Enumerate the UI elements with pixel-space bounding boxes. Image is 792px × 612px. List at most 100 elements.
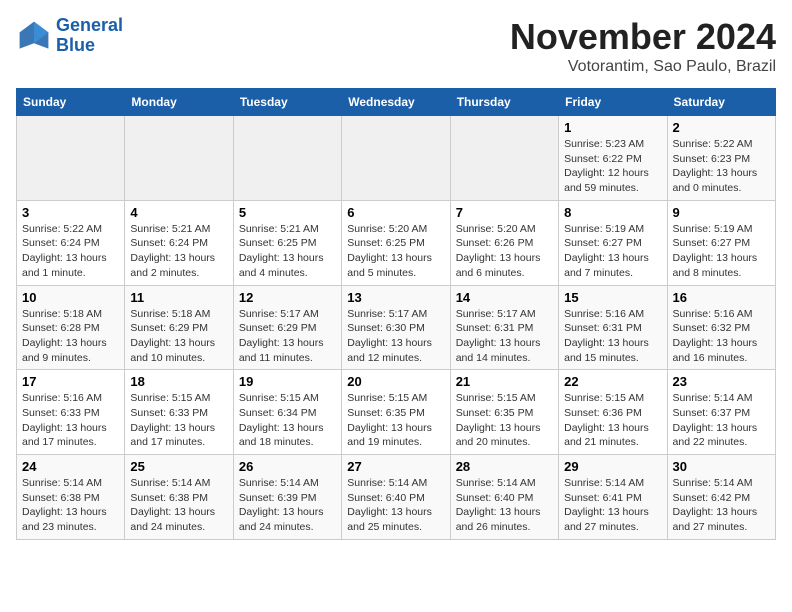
day-number: 18 bbox=[130, 374, 227, 389]
day-number: 30 bbox=[673, 459, 770, 474]
day-info: Sunrise: 5:20 AMSunset: 6:25 PMDaylight:… bbox=[347, 222, 444, 281]
calendar-cell: 18 Sunrise: 5:15 AMSunset: 6:33 PMDayligh… bbox=[125, 370, 233, 455]
day-number: 1 bbox=[564, 120, 661, 135]
day-info: Sunrise: 5:20 AMSunset: 6:26 PMDaylight:… bbox=[456, 222, 553, 281]
day-info: Sunrise: 5:14 AMSunset: 6:39 PMDaylight:… bbox=[239, 476, 336, 535]
calendar-cell: 8Sunrise: 5:19 AMSunset: 6:27 PMDaylight… bbox=[559, 200, 667, 285]
day-number: 27 bbox=[347, 459, 444, 474]
day-number: 9 bbox=[673, 205, 770, 220]
day-number: 23 bbox=[673, 374, 770, 389]
logo-icon bbox=[16, 18, 52, 54]
calendar-table: SundayMondayTuesdayWednesdayThursdayFrid… bbox=[16, 88, 776, 540]
calendar-cell: 16 Sunrise: 5:16 AMSunset: 6:32 PMDayligh… bbox=[667, 285, 775, 370]
day-info: Sunrise: 5:14 AMSunset: 6:38 PMDaylight:… bbox=[130, 476, 227, 535]
calendar-cell: 2 Sunrise: 5:22 AMSunset: 6:23 PMDaylight… bbox=[667, 116, 775, 201]
calendar-day-header: Saturday bbox=[667, 89, 775, 116]
day-number: 10 bbox=[22, 290, 119, 305]
calendar-cell bbox=[450, 116, 558, 201]
calendar-week-row: 24 Sunrise: 5:14 AMSunset: 6:38 PMDayligh… bbox=[17, 455, 776, 540]
calendar-cell: 7 Sunrise: 5:20 AMSunset: 6:26 PMDaylight… bbox=[450, 200, 558, 285]
calendar-cell: 12 Sunrise: 5:17 AMSunset: 6:29 PMDayligh… bbox=[233, 285, 341, 370]
day-number: 29 bbox=[564, 459, 661, 474]
calendar-cell: 19Sunrise: 5:15 AMSunset: 6:34 PMDayligh… bbox=[233, 370, 341, 455]
calendar-cell: 5Sunrise: 5:21 AMSunset: 6:25 PMDaylight… bbox=[233, 200, 341, 285]
day-info: Sunrise: 5:15 AMSunset: 6:34 PMDaylight:… bbox=[239, 391, 336, 450]
day-number: 7 bbox=[456, 205, 553, 220]
calendar-cell bbox=[342, 116, 450, 201]
day-info: Sunrise: 5:16 AMSunset: 6:32 PMDaylight:… bbox=[673, 307, 770, 366]
day-info: Sunrise: 5:14 AMSunset: 6:42 PMDaylight:… bbox=[673, 476, 770, 535]
calendar-cell: 4 Sunrise: 5:21 AMSunset: 6:24 PMDaylight… bbox=[125, 200, 233, 285]
calendar-cell: 22 Sunrise: 5:15 AMSunset: 6:36 PMDayligh… bbox=[559, 370, 667, 455]
calendar-cell: 14 Sunrise: 5:17 AMSunset: 6:31 PMDayligh… bbox=[450, 285, 558, 370]
calendar-cell: 10 Sunrise: 5:18 AMSunset: 6:28 PMDayligh… bbox=[17, 285, 125, 370]
day-info: Sunrise: 5:19 AMSunset: 6:27 PMDaylight:… bbox=[673, 222, 770, 281]
day-info: Sunrise: 5:15 AMSunset: 6:35 PMDaylight:… bbox=[347, 391, 444, 450]
day-number: 4 bbox=[130, 205, 227, 220]
calendar-cell: 29 Sunrise: 5:14 AMSunset: 6:41 PMDayligh… bbox=[559, 455, 667, 540]
calendar-day-header: Tuesday bbox=[233, 89, 341, 116]
calendar-cell: 11Sunrise: 5:18 AMSunset: 6:29 PMDayligh… bbox=[125, 285, 233, 370]
logo: General Blue bbox=[16, 16, 123, 56]
day-info: Sunrise: 5:22 AMSunset: 6:24 PMDaylight:… bbox=[22, 222, 119, 281]
day-number: 15 bbox=[564, 290, 661, 305]
day-number: 3 bbox=[22, 205, 119, 220]
day-number: 22 bbox=[564, 374, 661, 389]
calendar-cell: 27 Sunrise: 5:14 AMSunset: 6:40 PMDayligh… bbox=[342, 455, 450, 540]
month-title: November 2024 bbox=[510, 16, 776, 58]
day-number: 25 bbox=[130, 459, 227, 474]
day-number: 12 bbox=[239, 290, 336, 305]
calendar-cell: 15 Sunrise: 5:16 AMSunset: 6:31 PMDayligh… bbox=[559, 285, 667, 370]
calendar-header-row: SundayMondayTuesdayWednesdayThursdayFrid… bbox=[17, 89, 776, 116]
day-info: Sunrise: 5:15 AMSunset: 6:36 PMDaylight:… bbox=[564, 391, 661, 450]
calendar-day-header: Thursday bbox=[450, 89, 558, 116]
day-number: 20 bbox=[347, 374, 444, 389]
calendar-day-header: Friday bbox=[559, 89, 667, 116]
day-number: 24 bbox=[22, 459, 119, 474]
calendar-cell: 25 Sunrise: 5:14 AMSunset: 6:38 PMDayligh… bbox=[125, 455, 233, 540]
calendar-day-header: Sunday bbox=[17, 89, 125, 116]
day-info: Sunrise: 5:16 AMSunset: 6:31 PMDaylight:… bbox=[564, 307, 661, 366]
day-info: Sunrise: 5:17 AMSunset: 6:29 PMDaylight:… bbox=[239, 307, 336, 366]
calendar-cell: 28Sunrise: 5:14 AMSunset: 6:40 PMDayligh… bbox=[450, 455, 558, 540]
day-info: Sunrise: 5:22 AMSunset: 6:23 PMDaylight:… bbox=[673, 137, 770, 196]
day-number: 16 bbox=[673, 290, 770, 305]
day-info: Sunrise: 5:21 AMSunset: 6:25 PMDaylight:… bbox=[239, 222, 336, 281]
day-info: Sunrise: 5:14 AMSunset: 6:37 PMDaylight:… bbox=[673, 391, 770, 450]
day-number: 17 bbox=[22, 374, 119, 389]
day-info: Sunrise: 5:21 AMSunset: 6:24 PMDaylight:… bbox=[130, 222, 227, 281]
day-info: Sunrise: 5:14 AMSunset: 6:38 PMDaylight:… bbox=[22, 476, 119, 535]
calendar-cell: 13Sunrise: 5:17 AMSunset: 6:30 PMDayligh… bbox=[342, 285, 450, 370]
day-info: Sunrise: 5:19 AMSunset: 6:27 PMDaylight:… bbox=[564, 222, 661, 281]
location: Votorantim, Sao Paulo, Brazil bbox=[510, 58, 776, 76]
day-number: 21 bbox=[456, 374, 553, 389]
day-info: Sunrise: 5:14 AMSunset: 6:40 PMDaylight:… bbox=[347, 476, 444, 535]
calendar-cell: 24 Sunrise: 5:14 AMSunset: 6:38 PMDayligh… bbox=[17, 455, 125, 540]
day-info: Sunrise: 5:17 AMSunset: 6:31 PMDaylight:… bbox=[456, 307, 553, 366]
calendar-cell: 23 Sunrise: 5:14 AMSunset: 6:37 PMDayligh… bbox=[667, 370, 775, 455]
calendar-cell: 20 Sunrise: 5:15 AMSunset: 6:35 PMDayligh… bbox=[342, 370, 450, 455]
calendar-cell: 1 Sunrise: 5:23 AMSunset: 6:22 PMDaylight… bbox=[559, 116, 667, 201]
day-number: 13 bbox=[347, 290, 444, 305]
calendar-cell: 6Sunrise: 5:20 AMSunset: 6:25 PMDaylight… bbox=[342, 200, 450, 285]
calendar-cell bbox=[125, 116, 233, 201]
day-number: 26 bbox=[239, 459, 336, 474]
calendar-cell: 9 Sunrise: 5:19 AMSunset: 6:27 PMDaylight… bbox=[667, 200, 775, 285]
day-info: Sunrise: 5:23 AMSunset: 6:22 PMDaylight:… bbox=[564, 137, 661, 196]
title-block: November 2024 Votorantim, Sao Paulo, Bra… bbox=[510, 16, 776, 76]
day-info: Sunrise: 5:18 AMSunset: 6:28 PMDaylight:… bbox=[22, 307, 119, 366]
calendar-cell bbox=[233, 116, 341, 201]
day-number: 28 bbox=[456, 459, 553, 474]
page-header: General Blue November 2024 Votorantim, S… bbox=[16, 16, 776, 76]
logo-text: General Blue bbox=[56, 16, 123, 56]
day-info: Sunrise: 5:16 AMSunset: 6:33 PMDaylight:… bbox=[22, 391, 119, 450]
calendar-week-row: 17 Sunrise: 5:16 AMSunset: 6:33 PMDayligh… bbox=[17, 370, 776, 455]
calendar-cell: 21Sunrise: 5:15 AMSunset: 6:35 PMDayligh… bbox=[450, 370, 558, 455]
day-number: 2 bbox=[673, 120, 770, 135]
calendar-week-row: 1 Sunrise: 5:23 AMSunset: 6:22 PMDaylight… bbox=[17, 116, 776, 201]
calendar-cell bbox=[17, 116, 125, 201]
day-number: 14 bbox=[456, 290, 553, 305]
day-info: Sunrise: 5:18 AMSunset: 6:29 PMDaylight:… bbox=[130, 307, 227, 366]
day-info: Sunrise: 5:15 AMSunset: 6:33 PMDaylight:… bbox=[130, 391, 227, 450]
day-info: Sunrise: 5:14 AMSunset: 6:41 PMDaylight:… bbox=[564, 476, 661, 535]
